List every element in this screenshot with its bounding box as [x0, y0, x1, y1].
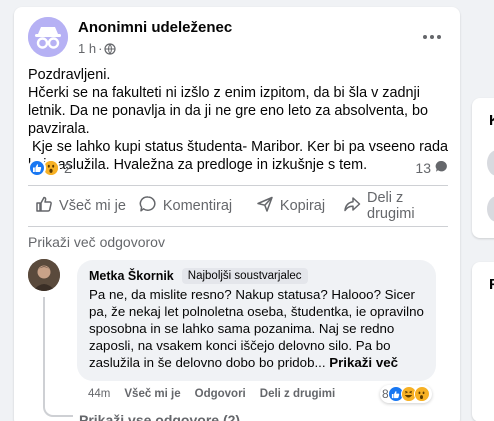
post-header: Anonimni udeleženec 1 h · [28, 17, 448, 61]
post-body: Pozdravljeni. Hčerki se na fakulteti ni … [28, 66, 448, 174]
comment-author[interactable]: Metka Škornik [89, 269, 174, 283]
thread-line [43, 379, 73, 417]
top-contributor-badge: Najboljši soustvarjalec [181, 268, 308, 284]
copy-button-label: Kopiraj [279, 198, 326, 214]
comment-actions: 44m Všeč mi je Odgovori Deli z drugimi [88, 388, 335, 400]
post-author[interactable]: Anonimni udeleženec [78, 19, 232, 36]
comment-like-button[interactable]: Všeč mi je [124, 388, 180, 400]
side-card-title: F [489, 276, 494, 293]
comment-reactions[interactable]: 8 [380, 385, 432, 403]
comment-button-label: Komentiraj [162, 198, 233, 214]
share-button-label: Deli z drugimi [367, 190, 415, 222]
comment-button[interactable]: Komentiraj [133, 190, 238, 222]
reactions-summary[interactable]: 2 [28, 159, 72, 177]
post-meta: 1 h · [78, 41, 117, 58]
post-time[interactable]: 1 h [78, 41, 96, 56]
comment-icon [139, 195, 157, 217]
divider [28, 185, 448, 186]
comment-count-value: 13 [415, 160, 431, 176]
commenter-avatar[interactable] [28, 259, 60, 291]
copy-button[interactable]: Kopiraj [238, 190, 343, 222]
like-reaction-icon [28, 159, 46, 177]
side-card-title: K [489, 112, 494, 129]
send-icon [256, 195, 274, 217]
comment-reply-button[interactable]: Odgovori [195, 388, 246, 400]
meta-separator: · [98, 41, 103, 56]
see-more-link[interactable]: Prikaži več [329, 355, 398, 370]
comment-time[interactable]: 44m [88, 388, 110, 400]
comment-count[interactable]: 13 [415, 160, 448, 176]
post-text: Pozdravljeni. Hčerki se na fakulteti ni … [28, 67, 448, 173]
view-all-replies-link[interactable]: Prikaži vse odgovore (2) [79, 412, 240, 421]
share-button[interactable]: Deli z drugimi [343, 190, 448, 222]
reaction-count: 2 [64, 160, 72, 176]
more-options-icon[interactable] [416, 25, 448, 49]
anonymous-avatar-icon[interactable] [28, 17, 68, 57]
wow-reaction-icon [413, 386, 430, 402]
comment-bubble: Metka Škornik Najboljši soustvarjalec Pa… [77, 260, 436, 381]
thumbs-up-icon [35, 195, 53, 217]
divider [28, 226, 448, 227]
comment-share-button[interactable]: Deli z drugimi [260, 388, 335, 400]
comment-text: Pa ne, da mislite resno? Nakup statusa? … [89, 286, 424, 371]
globe-icon [104, 43, 117, 58]
post-actions: Všeč mi je Komentiraj Kopiraj Deli z dru… [28, 190, 448, 222]
post-card: Anonimni udeleženec 1 h · Pozdravljeni. H… [14, 7, 460, 421]
comment-bubble-icon [435, 160, 448, 176]
like-button-label: Všeč mi je [59, 198, 126, 214]
share-icon [343, 195, 361, 217]
more-replies-label: Prikaži več odgovorov [28, 234, 165, 250]
comment-header: Metka Škornik Najboljši soustvarjalec [89, 268, 424, 284]
more-replies-link[interactable]: Prikaži več odgovorov [28, 234, 165, 250]
like-button[interactable]: Všeč mi je [28, 190, 133, 222]
post-stats: 2 13 [28, 159, 448, 181]
